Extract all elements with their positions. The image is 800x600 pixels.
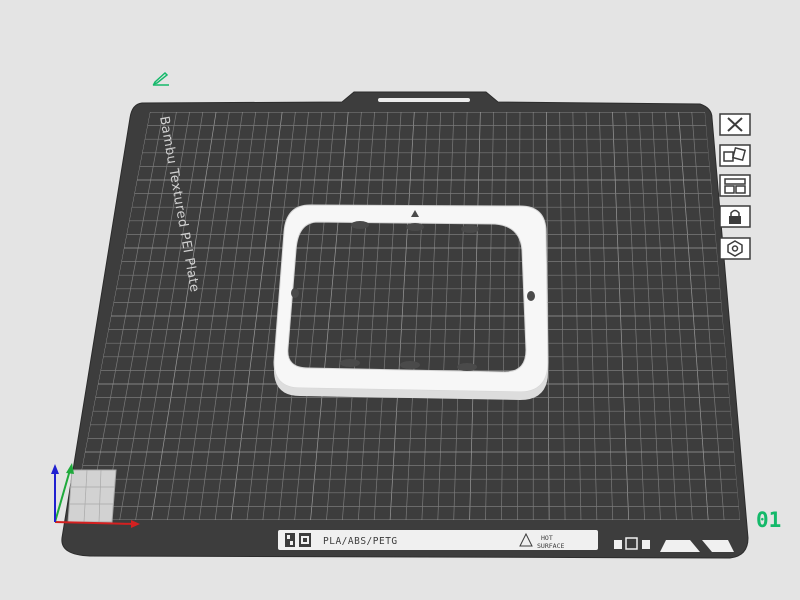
close-plate-icon[interactable] [718, 112, 754, 138]
plate-number-label: 01 [756, 508, 782, 532]
arrange-icon[interactable] [718, 143, 754, 169]
origin-corner-pad [67, 469, 117, 523]
plate-handle [378, 98, 470, 102]
warning-line-2: SURFACE [537, 542, 564, 550]
edit-plate-name-icon[interactable] [151, 70, 171, 86]
plate-info-strip: PLA/ABS/PETG HOT SURFACE [278, 530, 598, 550]
settings-gear-icon[interactable] [718, 236, 754, 262]
3d-viewport[interactable]: Bambu Textured PEI Plate PLA/ABS/PETG HO… [0, 0, 800, 600]
orient-icon[interactable] [718, 173, 754, 199]
warning-line-1: HOT [541, 534, 553, 542]
lock-icon[interactable] [718, 204, 754, 230]
material-label: PLA/ABS/PETG [323, 536, 398, 547]
